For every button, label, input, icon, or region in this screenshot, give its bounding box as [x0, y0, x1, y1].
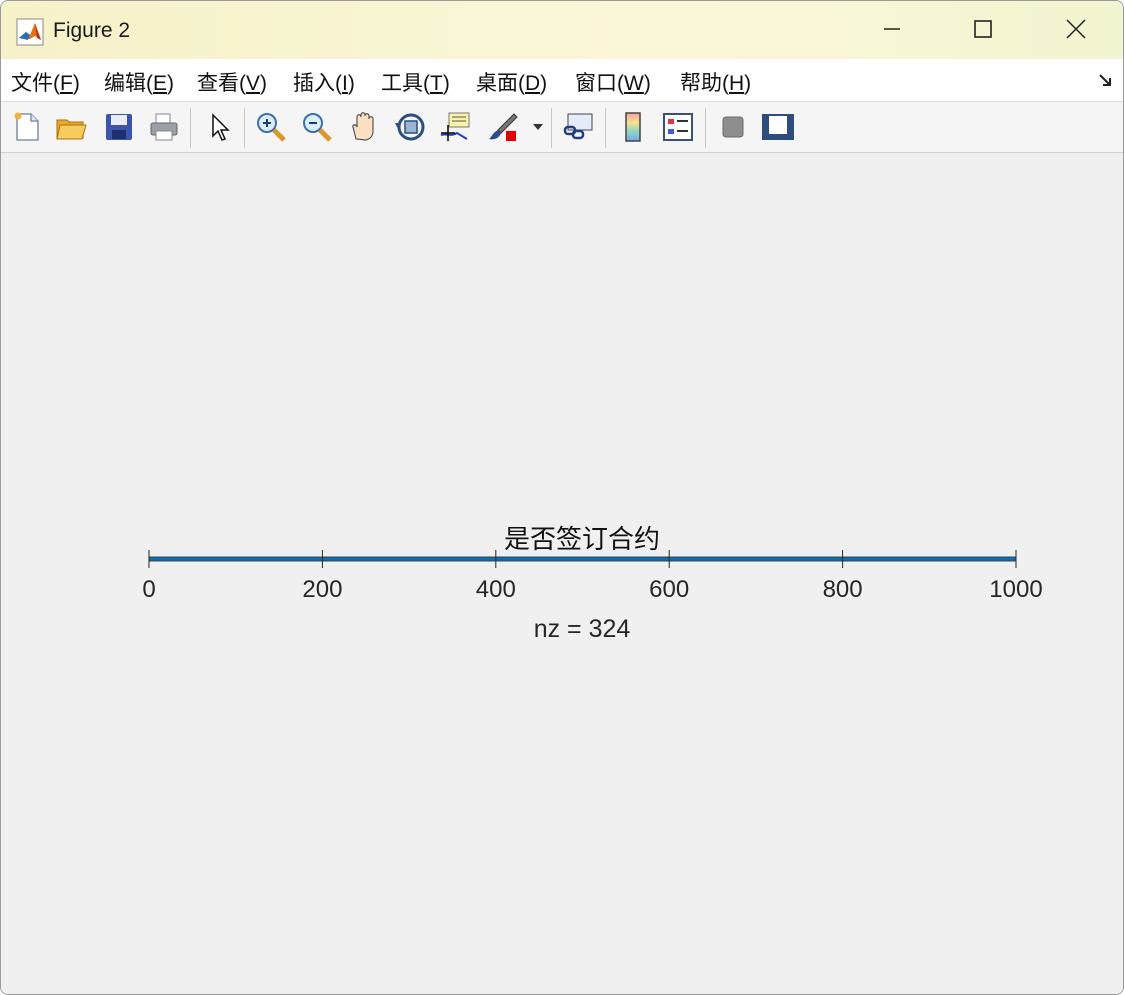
maximize-button[interactable] — [960, 9, 1006, 49]
select-button[interactable] — [202, 108, 238, 146]
new-figure-icon — [14, 112, 39, 141]
legend-icon — [663, 113, 693, 141]
zoom-out-button[interactable] — [299, 108, 335, 146]
chart-title: 是否签订合约 — [504, 525, 660, 555]
brush-icon — [489, 113, 518, 141]
figure-canvas[interactable]: 是否签订合约 0 200 400 600 800 1000 nz = 324 — [1, 153, 1123, 994]
toolbar-separator — [551, 108, 552, 148]
menu-desktop[interactable]: 桌面(D) — [476, 67, 547, 97]
new-figure-button[interactable] — [9, 108, 45, 146]
menu-window[interactable]: 窗口(W) — [575, 67, 651, 97]
menu-view[interactable]: 查看(V) — [197, 67, 267, 97]
toolbar-separator — [605, 108, 606, 148]
x-axis-label: nz = 324 — [534, 615, 631, 643]
zoom-in-icon — [257, 113, 286, 142]
brush-dropdown-button[interactable] — [529, 108, 547, 146]
data-cursor-icon — [440, 112, 470, 141]
menu-bar: 文件(F) 编辑(E) 查看(V) 插入(I) 工具(T) 桌面(D) 窗口(W… — [1, 59, 1123, 102]
menu-file[interactable]: 文件(F) — [11, 67, 80, 97]
minimize-icon — [884, 28, 900, 30]
x-tick-label: 1000 — [989, 576, 1042, 603]
link-plot-button[interactable] — [561, 108, 597, 146]
menu-tools[interactable]: 工具(T) — [381, 67, 450, 97]
rotate-3d-icon — [395, 113, 425, 141]
save-icon — [106, 114, 132, 140]
rotate-button[interactable] — [392, 108, 428, 146]
toolbar-separator — [705, 108, 706, 148]
legend-button[interactable] — [660, 108, 696, 146]
save-button[interactable] — [101, 108, 137, 146]
close-button[interactable] — [1053, 9, 1099, 49]
x-tick-label: 600 — [649, 576, 689, 603]
title-bar[interactable]: Figure 2 — [1, 1, 1123, 59]
maximize-icon — [974, 20, 992, 38]
colorbar-button[interactable] — [615, 108, 651, 146]
select-pointer-icon — [212, 113, 230, 141]
pan-hand-icon — [352, 112, 374, 141]
colorbar-icon — [625, 112, 641, 142]
hide-plot-tools-button[interactable] — [715, 108, 751, 146]
toolbar-separator — [190, 108, 191, 148]
close-icon — [1066, 19, 1086, 39]
spy-plot: 是否签订合约 0 200 400 600 800 1000 nz = 324 — [142, 525, 1043, 643]
hide-plot-tools-icon — [722, 116, 744, 138]
pan-button[interactable] — [346, 108, 382, 146]
x-axis: 0 200 400 600 800 1000 — [142, 550, 1043, 603]
x-tick-label: 800 — [823, 576, 863, 603]
figure-toolbar — [1, 102, 1123, 153]
print-button[interactable] — [146, 108, 182, 146]
open-file-icon — [56, 119, 87, 140]
x-tick-label: 200 — [302, 576, 342, 603]
matlab-app-icon — [16, 18, 44, 46]
open-file-button[interactable] — [53, 108, 89, 146]
link-plot-icon — [563, 113, 593, 140]
data-cursor-button[interactable] — [437, 108, 473, 146]
dock-arrow-icon[interactable] — [1097, 71, 1115, 89]
zoom-out-icon — [303, 113, 332, 142]
x-tick-label: 0 — [142, 576, 155, 603]
brush-button[interactable] — [485, 108, 521, 146]
menu-edit[interactable]: 编辑(E) — [104, 67, 174, 97]
zoom-in-button[interactable] — [253, 108, 289, 146]
show-plot-tools-icon — [762, 114, 794, 140]
minimize-button[interactable] — [869, 9, 915, 49]
show-plot-tools-button[interactable] — [760, 108, 796, 146]
figure-window: Figure 2 文件(F) 编辑(E) 查看(V) 插入(I) 工具(T) 桌… — [0, 0, 1124, 995]
menu-insert[interactable]: 插入(I) — [293, 67, 355, 97]
toolbar-separator — [244, 108, 245, 148]
x-tick-label: 400 — [476, 576, 516, 603]
window-title: Figure 2 — [53, 19, 131, 42]
menu-help[interactable]: 帮助(H) — [680, 67, 751, 97]
print-icon — [150, 113, 178, 141]
brush-dropdown-icon — [533, 124, 543, 130]
